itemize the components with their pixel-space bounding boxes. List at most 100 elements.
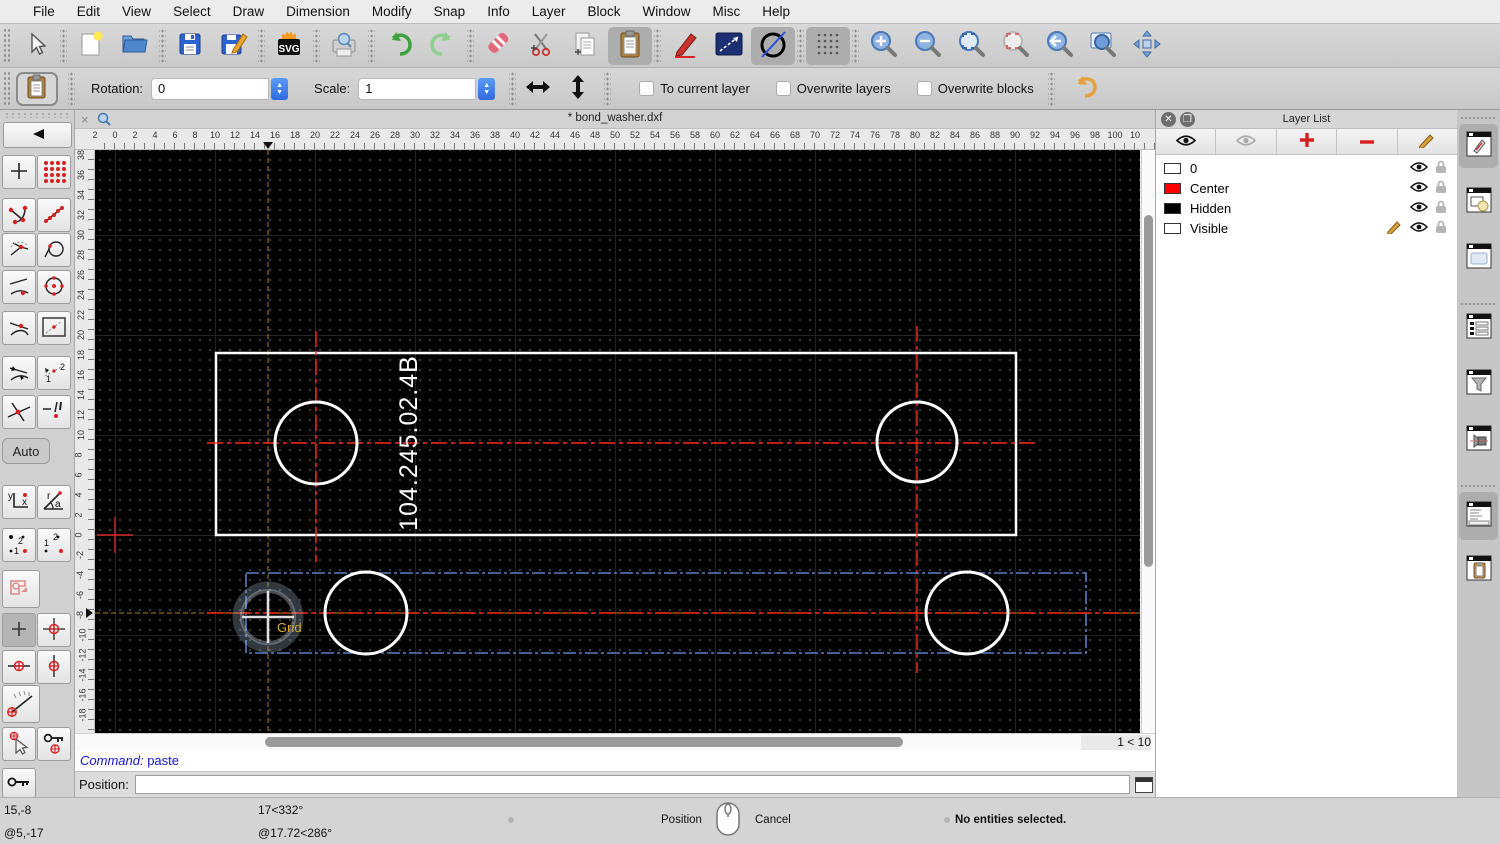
svg-export-button[interactable]: SVG	[267, 27, 311, 65]
show-all-layers-button[interactable]	[1156, 129, 1216, 154]
open-drawing-button[interactable]	[113, 27, 157, 65]
command-line[interactable]: Command: paste	[75, 750, 1155, 772]
paste-button[interactable]	[608, 27, 652, 65]
menu-misc[interactable]: Misc	[702, 0, 752, 24]
menu-snap[interactable]: Snap	[423, 0, 477, 24]
layer-lock-icon[interactable]	[1435, 180, 1447, 197]
checkbox-box[interactable]	[639, 81, 654, 96]
snap-center-button[interactable]	[2, 233, 36, 267]
horizontal-scrollbar[interactable]: 1 < 10	[75, 733, 1155, 750]
selection-window-button[interactable]	[707, 27, 751, 65]
coordinate-polar-button[interactable]: ra	[37, 485, 71, 519]
layer-row-hidden[interactable]: Hidden	[1156, 198, 1457, 218]
checkbox-box[interactable]	[776, 81, 791, 96]
plate-outline[interactable]	[216, 353, 1016, 535]
restrict-horizontal-button[interactable]	[2, 650, 36, 684]
zoom-pan-button[interactable]	[1125, 27, 1169, 65]
layer-lock-icon[interactable]	[1435, 200, 1447, 217]
snap-middle-button[interactable]	[2, 270, 36, 304]
snap-reference-button[interactable]	[37, 311, 71, 345]
relative-point-12-button[interactable]: 12	[2, 528, 36, 562]
copy-button[interactable]	[564, 27, 608, 65]
menu-window[interactable]: Window	[632, 0, 702, 24]
snap-circle-center-button[interactable]	[37, 270, 71, 304]
overwrite-layers-checkbox[interactable]: Overwrite layers	[776, 81, 891, 96]
cut-button[interactable]	[520, 27, 564, 65]
pen-button[interactable]	[663, 27, 707, 65]
add-layer-button[interactable]	[1277, 129, 1337, 154]
document-tab-title[interactable]: * bond_washer.dxf	[75, 112, 1155, 124]
toolbar-drag-handle[interactable]	[3, 28, 11, 64]
to-current-layer-checkbox[interactable]: To current layer	[639, 81, 750, 96]
zoom-window-button[interactable]	[1081, 27, 1125, 65]
menu-modify[interactable]: Modify	[361, 0, 423, 24]
centerlines[interactable]	[207, 326, 1036, 673]
save-button[interactable]	[168, 27, 212, 65]
layer-list-dock-button[interactable]	[1464, 130, 1494, 160]
detach-command-window-button[interactable]	[1135, 777, 1153, 793]
flip-vertical-button[interactable]	[558, 70, 598, 108]
restrict-orthogonal-button[interactable]	[2, 685, 40, 723]
snap-grid-button[interactable]	[37, 155, 71, 189]
snap-nearest-button[interactable]	[2, 311, 36, 345]
menu-select[interactable]: Select	[162, 0, 222, 24]
menu-block[interactable]: Block	[577, 0, 632, 24]
new-drawing-button[interactable]	[69, 27, 113, 65]
horizontal-scrollbar-thumb[interactable]	[265, 737, 903, 747]
menu-edit[interactable]: Edit	[66, 0, 111, 24]
select-pointer-button[interactable]	[14, 27, 58, 65]
rotation-stepper[interactable]: ▲▼	[271, 78, 288, 100]
menu-draw[interactable]: Draw	[222, 0, 276, 24]
lock-relative-zero-button[interactable]	[37, 727, 71, 761]
clipboard-dock-button[interactable]	[1464, 554, 1494, 584]
zoom-auto-button[interactable]	[949, 27, 993, 65]
relative-point-21-button[interactable]: 12	[37, 528, 71, 562]
scale-spinbox[interactable]: 1 ▲▼	[358, 78, 495, 100]
revert-button[interactable]	[1063, 70, 1107, 108]
print-preview-button[interactable]	[322, 27, 366, 65]
overwrite-blocks-checkbox[interactable]: Overwrite blocks	[917, 81, 1034, 96]
layer-row-0[interactable]: 0	[1156, 158, 1457, 178]
remove-layer-button[interactable]	[1337, 129, 1397, 154]
layer-visibility-icon[interactable]	[1410, 221, 1428, 236]
snap-orthogonal-button[interactable]	[2, 356, 36, 390]
layer-visibility-icon[interactable]	[1410, 181, 1428, 196]
toolbar-drag-handle[interactable]	[3, 71, 11, 107]
lock-zero-button[interactable]	[2, 768, 36, 798]
layer-lock-icon[interactable]	[1435, 220, 1447, 237]
layer-visibility-icon[interactable]	[1410, 201, 1428, 216]
undo-button[interactable]	[377, 27, 421, 65]
menu-dimension[interactable]: Dimension	[275, 0, 361, 24]
command-widget-dock-button[interactable]	[1464, 500, 1494, 530]
snap-intersection-button[interactable]	[2, 395, 36, 429]
section-view-dock-button[interactable]	[1464, 424, 1494, 454]
delete-button[interactable]	[476, 27, 520, 65]
flip-horizontal-button[interactable]	[518, 70, 558, 108]
entity-filter-dock-button[interactable]	[1464, 368, 1494, 398]
layer-visibility-icon[interactable]	[1410, 161, 1428, 176]
scale-value[interactable]: 1	[358, 78, 476, 100]
snap-distance-button[interactable]: 12	[37, 356, 71, 390]
block-list-dock-button[interactable]	[1464, 186, 1494, 216]
layer-row-center[interactable]: Center	[1156, 178, 1457, 198]
zoom-out-button[interactable]	[905, 27, 949, 65]
restrict-vertical-button[interactable]	[37, 650, 71, 684]
snap-endpoint-button[interactable]	[2, 198, 36, 232]
snap-on-entity-button[interactable]	[37, 198, 71, 232]
edit-layer-button[interactable]	[1398, 129, 1457, 154]
menu-view[interactable]: View	[111, 0, 162, 24]
menu-file[interactable]: File	[22, 0, 66, 24]
rotation-value[interactable]: 0	[151, 78, 269, 100]
set-relative-zero-button[interactable]	[37, 613, 71, 647]
layer-row-visible[interactable]: Visible	[1156, 218, 1457, 238]
zoom-previous-button[interactable]	[993, 27, 1037, 65]
select-relative-zero-button[interactable]	[2, 727, 36, 761]
redo-button[interactable]	[421, 27, 465, 65]
drawing-canvas[interactable]: 104.245.02.4B Grid	[95, 150, 1140, 733]
snap-intersection-manual-button[interactable]	[37, 395, 71, 429]
restrict-nothing-button[interactable]	[2, 570, 40, 608]
entity-list-dock-button[interactable]	[1464, 312, 1494, 342]
snap-free-button[interactable]	[2, 155, 36, 189]
zoom-in-button[interactable]	[861, 27, 905, 65]
save-as-button[interactable]	[212, 27, 256, 65]
